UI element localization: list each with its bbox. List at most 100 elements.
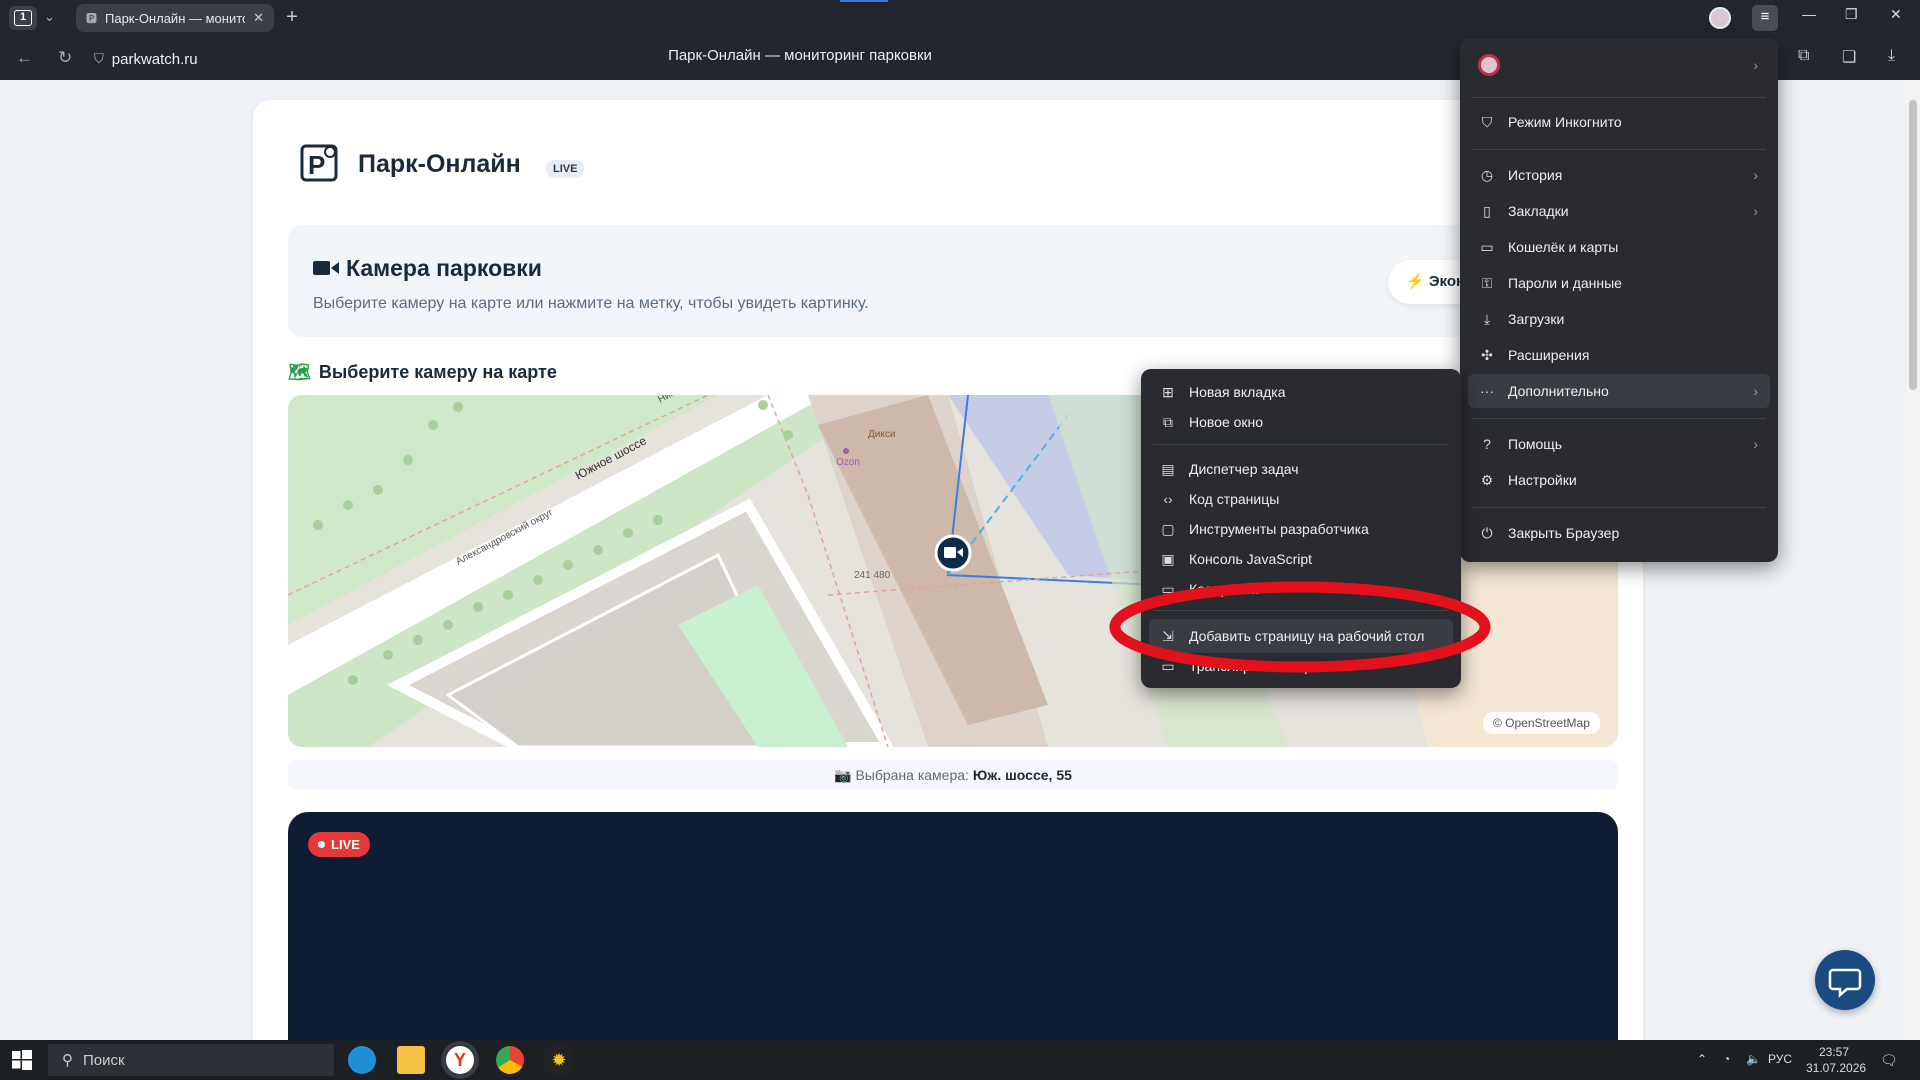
submenu-item-devtools[interactable]: ▢ Инструменты разработчика <box>1149 512 1453 546</box>
tab-count-button[interactable]: 1 <box>9 6 37 30</box>
new-tab-button[interactable]: + <box>280 6 304 30</box>
collections-icon[interactable]: ❑ <box>1842 47 1856 67</box>
back-icon[interactable]: ← <box>16 48 33 68</box>
menu-item-downloads[interactable]: ⤓ Загрузки <box>1468 302 1770 336</box>
chevron-right-icon: › <box>1753 436 1758 452</box>
submenu-item-label: Новое окно <box>1189 414 1264 430</box>
submenu-item-task-manager[interactable]: ▤ Диспетчер задач <box>1149 452 1453 486</box>
clock-time: 23:57 <box>1818 1045 1850 1059</box>
menu-item-incognito[interactable]: ⛉ Режим Инкогнито <box>1468 105 1770 139</box>
video-player[interactable] <box>288 812 1618 1062</box>
task-manager-icon: ▤ <box>1161 460 1175 477</box>
close-tab-icon[interactable]: ✕ <box>253 10 264 26</box>
chat-bubble-icon <box>1828 968 1862 998</box>
restore-icon[interactable]: ❐ <box>1845 6 1858 23</box>
menu-item-more[interactable]: ··· Дополнительно › <box>1468 374 1770 408</box>
menu-item-label: Расширения <box>1508 347 1590 363</box>
url-field[interactable]: ⛉ parkwatch.ru <box>94 44 254 74</box>
menu-item-label: Загрузки <box>1508 311 1565 327</box>
chevron-right-icon: › <box>1753 167 1758 183</box>
file-explorer-icon[interactable] <box>397 1046 425 1074</box>
tab-title: Парк-Онлайн — мониторинг парковки <box>105 10 245 26</box>
bookmark-icon: ▯ <box>1483 202 1491 219</box>
chat-button[interactable] <box>1815 950 1875 1010</box>
close-window-icon[interactable]: ✕ <box>1890 6 1902 23</box>
menu-item-passwords[interactable]: ⚿ Пароли и данные <box>1468 266 1770 300</box>
chevron-right-icon: › <box>1753 57 1758 73</box>
devtools-icon: ▢ <box>1161 520 1175 537</box>
taskbar-search[interactable]: ⚲ Поиск <box>48 1044 334 1076</box>
logo-icon: P <box>300 144 338 182</box>
menu-item-label: Дополнительно <box>1508 383 1609 399</box>
menu-item-settings[interactable]: ⚙ Настройки <box>1468 463 1770 497</box>
chrome-icon[interactable] <box>496 1046 524 1074</box>
submenu-item-label: Диспетчер задач <box>1189 461 1299 477</box>
menu-item-history[interactable]: ◷ История › <box>1468 158 1770 192</box>
url-text: parkwatch.ru <box>111 50 198 68</box>
profile-avatar[interactable] <box>1709 7 1731 29</box>
search-icon: ⚲ <box>62 1052 73 1069</box>
tray-chevron-up-icon[interactable]: ⌃ <box>1697 1052 1707 1066</box>
submenu-item-new-window[interactable]: ⧉ Новое окно <box>1149 405 1453 439</box>
tab-bar: 1 ⌄ 🅿 Парк-Онлайн — мониторинг парковки … <box>0 0 1920 36</box>
menu-item-bookmarks[interactable]: ▯ Закладки › <box>1468 194 1770 228</box>
notifications-icon[interactable]: 🗨 <box>1880 1052 1898 1069</box>
power-icon: ⏻ <box>1481 524 1493 541</box>
more-icon: ··· <box>1480 383 1494 399</box>
edge-icon[interactable] <box>348 1046 376 1074</box>
submenu-item-page-source[interactable]: ‹› Код страницы <box>1149 482 1453 516</box>
bolt-icon: ⚡ <box>1406 273 1425 290</box>
windows-start-icon[interactable] <box>12 1050 32 1070</box>
download-icon[interactable]: ⤓ <box>1888 47 1895 65</box>
chevron-down-icon[interactable]: ⌄ <box>44 9 55 25</box>
key-icon: ⚿ <box>1481 274 1493 291</box>
menu-profile-row[interactable]: › <box>1468 48 1770 82</box>
minimize-icon[interactable]: — <box>1802 6 1816 22</box>
network-icon[interactable]: ◔ <box>1723 1052 1730 1066</box>
menu-item-close-browser[interactable]: ⏻ Закрыть Браузер <box>1468 516 1770 550</box>
windows-taskbar: ⚲ Поиск Y ✹ ⌃ ◔ 🔈 РУС 23:57 31.07.2026 🗨 <box>0 1040 1920 1080</box>
menu-item-extensions[interactable]: ✣ Расширения <box>1468 338 1770 372</box>
language-indicator[interactable]: РУС <box>1768 1052 1792 1066</box>
extensions-icon[interactable]: ⧉ <box>1798 47 1809 65</box>
wallet-icon: ▭ <box>1480 238 1494 255</box>
menu-item-wallet[interactable]: ▭ Кошелёк и карты <box>1468 230 1770 264</box>
selected-label: Выбрана камера: <box>855 767 969 783</box>
map-label-shop2: Ozon <box>836 457 860 468</box>
camera-marker[interactable] <box>934 534 972 572</box>
page-title: Парк-Онлайн — мониторинг парковки <box>668 47 932 64</box>
scrollbar-thumb[interactable] <box>1909 100 1917 390</box>
menu-icon[interactable]: ≡ <box>1752 5 1778 31</box>
menu-item-help[interactable]: ? Помощь › <box>1468 427 1770 461</box>
map-section-label: Выберите камеру на карте <box>318 362 557 382</box>
reload-icon[interactable]: ↻ <box>58 48 72 68</box>
submenu-item-label: Инструменты разработчика <box>1189 521 1369 537</box>
submenu-item-new-tab[interactable]: ⊞ Новая вкладка <box>1149 375 1453 409</box>
tab-count: 1 <box>14 10 32 26</box>
favicon-icon: 🅿 <box>86 13 97 25</box>
menu-divider <box>1472 149 1766 150</box>
app-sun-icon[interactable]: ✹ <box>545 1046 573 1074</box>
chevron-right-icon: › <box>1753 203 1758 219</box>
page-scrollbar[interactable] <box>1906 80 1920 1040</box>
map-label-shop1: Дикси <box>868 429 895 440</box>
menu-divider <box>1472 507 1766 508</box>
submenu-item-label: Код страницы <box>1189 491 1280 507</box>
code-icon: ‹› <box>1163 491 1173 507</box>
volume-icon[interactable]: 🔈 <box>1746 1052 1761 1066</box>
menu-item-label: История <box>1508 167 1563 183</box>
chevron-right-icon: › <box>1753 383 1758 399</box>
menu-item-label: Настройки <box>1508 472 1577 488</box>
osm-credit[interactable]: © OpenStreetMap <box>1483 712 1600 734</box>
yandex-browser-icon[interactable]: Y <box>446 1046 474 1074</box>
submenu-item-label: Новая вкладка <box>1189 384 1286 400</box>
camera-icon: 📷 <box>834 767 852 783</box>
accent-line <box>840 0 888 2</box>
clock[interactable]: 23:57 31.07.2026 <box>1806 1044 1866 1076</box>
active-tab[interactable]: 🅿 Парк-Онлайн — мониторинг парковки ✕ <box>76 4 274 32</box>
brand-title: Парк-Онлайн <box>358 150 521 178</box>
download-icon: ⤓ <box>1483 310 1491 327</box>
selected-value: Юж. шоссе, 55 <box>972 767 1072 783</box>
hero-title: Камера парковки <box>346 255 542 281</box>
annotation-ellipse <box>1109 581 1491 673</box>
